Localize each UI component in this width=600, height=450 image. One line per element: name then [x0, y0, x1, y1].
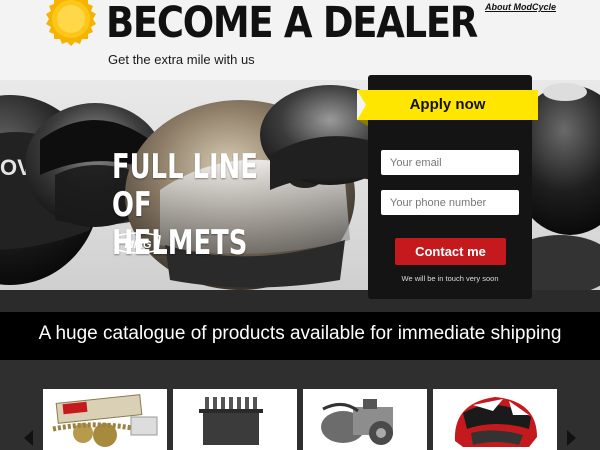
phone-field[interactable]: [381, 190, 519, 215]
product-card-chain-kit[interactable]: [43, 389, 167, 450]
form-note: We will be in touch very soon: [401, 274, 499, 283]
engine-icon: [321, 399, 393, 445]
chain-kit-icon: [52, 394, 158, 447]
apply-banner-fold: [357, 120, 368, 126]
product-card-regulator[interactable]: [173, 389, 297, 450]
email-field[interactable]: [381, 150, 519, 175]
carousel-prev-icon[interactable]: [24, 430, 33, 446]
catalogue-banner-text: A huge catalogue of products available f…: [38, 323, 562, 344]
hero-headline-line1: FULL LINE OF: [112, 147, 258, 225]
product-card-engine[interactable]: [303, 389, 427, 450]
carousel-next-icon[interactable]: [567, 430, 576, 446]
regulator-icon: [199, 397, 263, 445]
brand-logo-text: MMG: [125, 239, 152, 251]
about-link[interactable]: About ModCycle: [485, 2, 556, 12]
product-card-helmet[interactable]: [433, 389, 557, 450]
helmet-icon: [454, 397, 537, 447]
page-subtitle: Get the extra mile with us: [108, 52, 255, 67]
page-title: BECOME A DEALER: [106, 0, 478, 48]
brand-logo: MMG: [115, 232, 161, 254]
contact-me-button[interactable]: Contact me: [395, 238, 506, 265]
badge-icon: [46, 0, 96, 46]
apply-now-label: Apply now: [409, 96, 486, 113]
